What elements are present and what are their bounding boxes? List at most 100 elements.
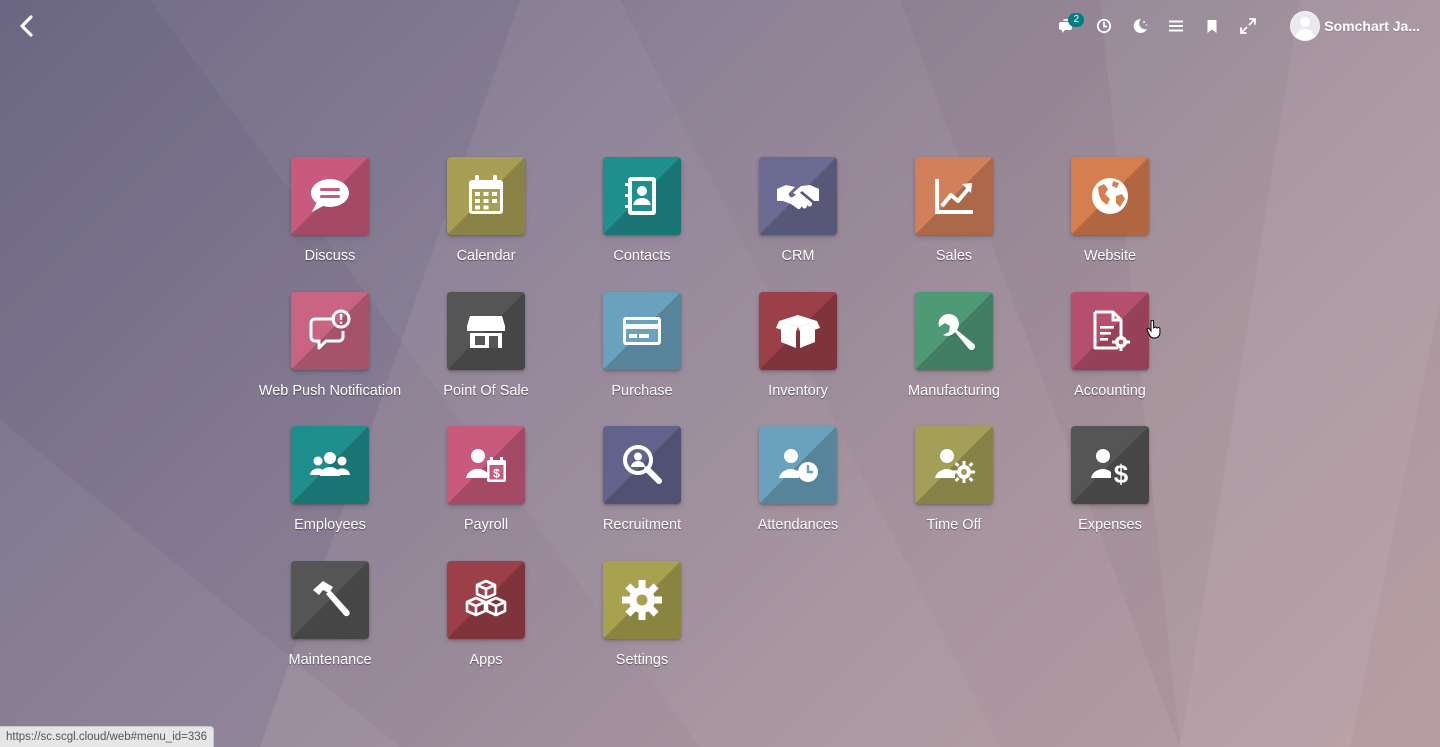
- app-attendances[interactable]: Attendances: [720, 426, 876, 561]
- app-icon-tile: [291, 157, 369, 235]
- app-label: Time Off: [926, 517, 982, 533]
- hammer-icon: [313, 580, 350, 616]
- app-label: Settings: [615, 651, 669, 668]
- app-expenses[interactable]: $ Expenses: [1032, 426, 1188, 561]
- app-label: Maintenance: [288, 651, 372, 668]
- app-icon-tile: [603, 157, 681, 235]
- app-label: CRM: [781, 248, 815, 264]
- app-icon-tile: [603, 291, 681, 370]
- app-icon-tile: [447, 157, 525, 235]
- app-label: Sales: [935, 248, 973, 264]
- app-icon-tile: [915, 157, 993, 235]
- app-inventory[interactable]: Inventory: [720, 291, 876, 427]
- app-grid: Discuss Calendar Contacts CRM Sales Webs…: [252, 157, 1188, 695]
- app-label: Accounting: [1074, 382, 1146, 399]
- moon-stars-icon: [1133, 18, 1148, 33]
- message-count-badge: 2: [1068, 13, 1085, 27]
- handshake-icon: [777, 185, 819, 210]
- app-label: Point Of Sale: [443, 382, 529, 399]
- app-purchase[interactable]: Purchase: [564, 291, 720, 427]
- user-gear-icon: [935, 449, 975, 483]
- app-label: Apps: [469, 651, 503, 668]
- app-accounting[interactable]: Accounting: [1032, 291, 1188, 427]
- chart-line-icon: [935, 179, 973, 214]
- chevron-left-icon: [20, 15, 33, 37]
- app-icon-tile: [291, 291, 369, 370]
- app-label: Calendar: [456, 248, 516, 264]
- svg-text:$: $: [493, 467, 500, 481]
- globe-icon: [1092, 178, 1128, 214]
- store-icon: [467, 315, 505, 348]
- back-button[interactable]: [14, 12, 42, 40]
- app-label: Expenses: [1078, 517, 1142, 533]
- systray: 2 Somchart Ja...: [1050, 0, 1440, 52]
- activity-menu-button[interactable]: [1086, 8, 1122, 44]
- app-discuss[interactable]: Discuss: [252, 157, 408, 292]
- app-payroll[interactable]: $ Payroll: [408, 426, 564, 561]
- dark-mode-toggle[interactable]: [1122, 8, 1158, 44]
- box-icon: [776, 314, 820, 348]
- app-label: Discuss: [304, 248, 356, 264]
- app-icon-tile: [291, 560, 369, 639]
- app-sales[interactable]: Sales: [876, 157, 1032, 292]
- expand-icon: [1240, 18, 1257, 34]
- avatar: [1290, 11, 1321, 41]
- app-icon-tile: $: [1071, 426, 1149, 504]
- cubes-icon: [465, 579, 507, 616]
- svg-text:$: $: [1114, 459, 1129, 489]
- gear-icon: [622, 579, 662, 620]
- app-icon-tile: [915, 291, 993, 370]
- bookmark-button[interactable]: [1194, 8, 1230, 44]
- app-crm[interactable]: CRM: [720, 157, 876, 292]
- app-maintenance[interactable]: Maintenance: [252, 560, 408, 696]
- app-icon-tile: [447, 560, 525, 639]
- app-apps[interactable]: Apps: [408, 560, 564, 696]
- top-navbar: 2 Somchart Ja...: [0, 0, 1440, 52]
- user-menu[interactable]: Somchart Ja...: [1290, 11, 1420, 41]
- credit-card-icon: [623, 316, 661, 345]
- app-settings[interactable]: Settings: [564, 560, 720, 696]
- app-label: Website: [1083, 248, 1137, 264]
- app-icon-tile: [603, 426, 681, 504]
- app-label: Contacts: [613, 248, 671, 264]
- app-calendar[interactable]: Calendar: [408, 157, 564, 292]
- address-book-icon: [625, 177, 656, 215]
- app-icon-tile: [447, 291, 525, 370]
- hand-cursor-icon: [1146, 320, 1161, 339]
- app-contacts[interactable]: Contacts: [564, 157, 720, 292]
- fullscreen-button[interactable]: [1230, 8, 1266, 44]
- user-clock-icon: [779, 449, 818, 482]
- app-icon-tile: [603, 560, 681, 639]
- app-label: Payroll: [463, 517, 509, 533]
- hamburger-icon: [1169, 20, 1184, 32]
- search-user-icon: [623, 445, 662, 484]
- app-point-of-sale[interactable]: Point Of Sale: [408, 291, 564, 427]
- app-employees[interactable]: Employees: [252, 426, 408, 561]
- app-label: Employees: [294, 517, 366, 533]
- user-dollar-icon: $: [1091, 449, 1129, 489]
- menu-button[interactable]: [1158, 8, 1194, 44]
- user-name: Somchart Ja...: [1324, 18, 1420, 34]
- wrench-icon: [938, 313, 976, 350]
- bookmark-icon: [1207, 19, 1217, 33]
- app-web-push-notification[interactable]: Web Push Notification: [252, 291, 408, 427]
- app-icon-tile: $: [447, 426, 525, 504]
- app-label: Recruitment: [602, 517, 682, 533]
- app-label: Inventory: [768, 382, 828, 399]
- app-time-off[interactable]: Time Off: [876, 426, 1032, 561]
- app-website[interactable]: Website: [1032, 157, 1188, 292]
- status-bar-url: https://sc.scgl.cloud/web#menu_id=336: [0, 726, 215, 747]
- app-icon-tile: [759, 157, 837, 235]
- app-icon-tile: [915, 426, 993, 504]
- messaging-menu-button[interactable]: 2: [1050, 8, 1086, 44]
- app-label: Purchase: [611, 382, 673, 399]
- users-icon: [310, 452, 350, 476]
- app-manufacturing[interactable]: Manufacturing: [876, 291, 1032, 427]
- invoice-gear-icon: [1093, 310, 1130, 351]
- app-icon-tile: [759, 426, 837, 504]
- app-icon-tile: [1071, 157, 1149, 235]
- calendar-icon: [469, 175, 503, 214]
- app-recruitment[interactable]: Recruitment: [564, 426, 720, 561]
- notification-bubble-icon: [309, 309, 351, 349]
- user-calendar-dollar-icon: $: [466, 449, 506, 482]
